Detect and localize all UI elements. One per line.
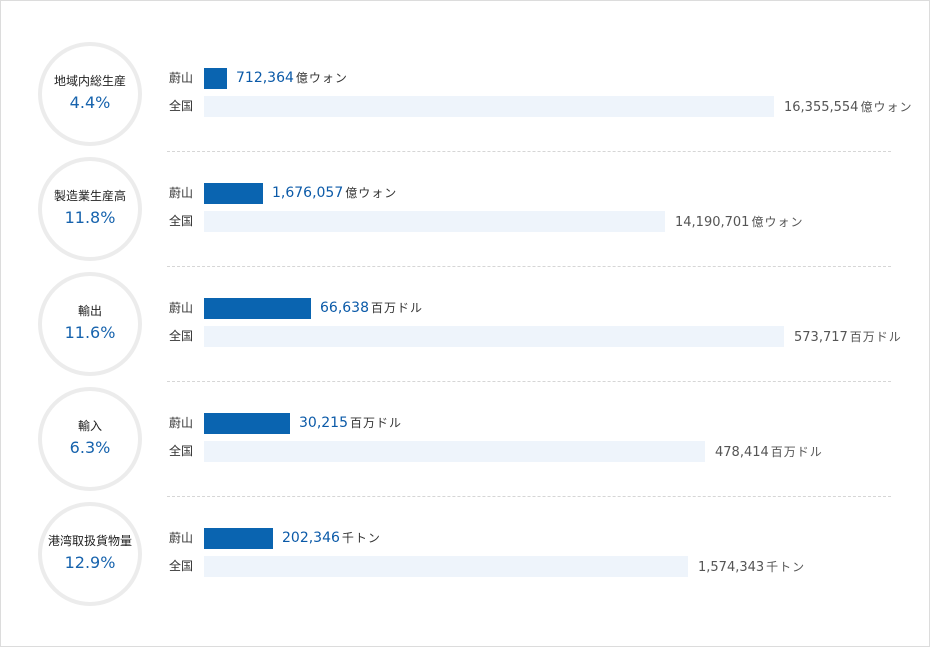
local-value: 30,215 百万ドル	[299, 413, 402, 433]
national-bar	[204, 556, 688, 577]
national-bar	[204, 96, 774, 117]
local-value-unit: 億ウォン	[295, 71, 348, 85]
metric-badge: 地域内総生産 4.4%	[38, 42, 142, 146]
national-label: 全国	[169, 559, 194, 573]
local-bar	[204, 298, 311, 319]
metric-label: 地域内総生産	[53, 74, 126, 88]
local-value-number: 30,215	[299, 415, 348, 431]
national-value-number: 478,414	[715, 445, 769, 460]
metric-badge: 港湾取扱貨物量 12.9%	[38, 502, 142, 606]
local-bar	[204, 183, 263, 204]
local-value-number: 202,346	[282, 530, 340, 546]
metric-label: 輸入	[77, 419, 102, 433]
metric-row: 製造業生産高 11.8% 蔚山 1,676,057 億ウォン 全国 14,190,701 億ウ…	[1, 152, 930, 267]
local-value: 712,364 億ウォン	[236, 68, 348, 88]
national-value-unit: 億ウォン	[751, 215, 804, 229]
metric-badge: 輸入 6.3%	[38, 387, 142, 491]
national-value: 478,414 百万ドル	[715, 442, 823, 463]
metric-badge: 製造業生産高 11.8%	[38, 157, 142, 261]
metric-share: 11.6%	[64, 323, 116, 342]
national-value-unit: 億ウォン	[860, 100, 913, 114]
local-bar	[204, 528, 273, 549]
metric-label: 港湾取扱貨物量	[47, 534, 132, 548]
metric-row: 輸出 11.6% 蔚山 66,638 百万ドル 全国 573,717 百万ドル	[1, 267, 930, 382]
metric-label: 輸出	[77, 304, 102, 318]
national-value-number: 14,190,701	[675, 215, 750, 230]
local-value-unit: 百万ドル	[371, 301, 424, 315]
national-value: 1,574,343 千トン	[698, 557, 805, 578]
national-value-number: 573,717	[794, 330, 848, 345]
national-label: 全国	[169, 444, 194, 458]
metric-badge: 輸出 11.6%	[38, 272, 142, 376]
metric-row: 輸入 6.3% 蔚山 30,215 百万ドル 全国 478,414 百万ドル	[1, 382, 930, 497]
metric-share: 4.4%	[69, 93, 111, 112]
local-value-unit: 億ウォン	[345, 186, 398, 200]
metric-row: 港湾取扱貨物量 12.9% 蔚山 202,346 千トン 全国 1,574,343 千トン	[1, 497, 930, 612]
national-bar	[204, 211, 665, 232]
local-value: 66,638 百万ドル	[320, 298, 423, 318]
national-value-number: 1,574,343	[698, 560, 765, 575]
national-bar	[204, 326, 784, 347]
metric-label: 製造業生産高	[53, 189, 126, 203]
metric-share: 6.3%	[69, 438, 111, 457]
national-value: 573,717 百万ドル	[794, 327, 902, 348]
national-value-unit: 百万ドル	[770, 445, 823, 459]
local-label: 蔚山	[169, 301, 194, 315]
metric-share: 11.8%	[64, 208, 116, 227]
local-value-unit: 千トン	[341, 531, 381, 545]
metric-share: 12.9%	[64, 553, 116, 572]
national-label: 全国	[169, 99, 194, 113]
national-value-number: 16,355,554	[784, 100, 859, 115]
local-value-number: 712,364	[236, 70, 294, 86]
national-bar	[204, 441, 705, 462]
chart-frame: 地域内総生産 4.4% 蔚山 712,364 億ウォン 全国 16,355,554 億ウォン製…	[0, 0, 930, 647]
local-value-unit: 百万ドル	[350, 416, 403, 430]
metric-row: 地域内総生産 4.4% 蔚山 712,364 億ウォン 全国 16,355,554 億ウォン	[1, 37, 930, 152]
local-value: 202,346 千トン	[282, 528, 381, 548]
national-value-unit: 百万ドル	[849, 330, 902, 344]
local-label: 蔚山	[169, 531, 194, 545]
local-bar	[204, 413, 290, 434]
national-value: 16,355,554 億ウォン	[784, 97, 912, 118]
national-label: 全国	[169, 329, 194, 343]
local-bar	[204, 68, 227, 89]
local-value-number: 66,638	[320, 300, 369, 316]
national-label: 全国	[169, 214, 194, 228]
national-value: 14,190,701 億ウォン	[675, 212, 803, 233]
local-label: 蔚山	[169, 186, 194, 200]
national-value-unit: 千トン	[766, 560, 806, 574]
local-value-number: 1,676,057	[272, 185, 344, 201]
local-label: 蔚山	[169, 71, 194, 85]
local-label: 蔚山	[169, 416, 194, 430]
local-value: 1,676,057 億ウォン	[272, 183, 397, 203]
